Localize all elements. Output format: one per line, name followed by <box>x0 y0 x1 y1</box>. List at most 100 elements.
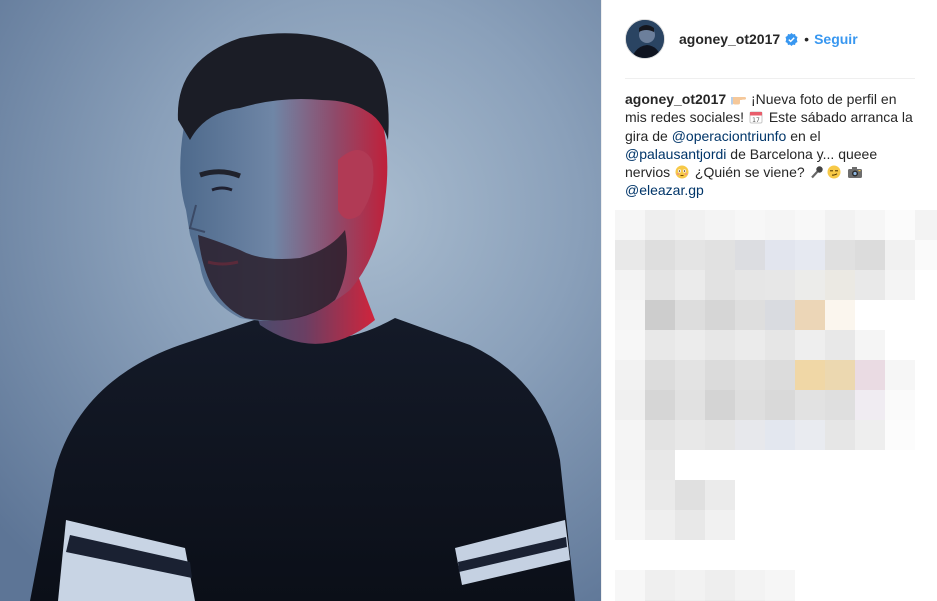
blurred-comment-pixel <box>705 360 735 390</box>
blurred-comment-pixel <box>915 300 937 330</box>
blurred-comment-pixel <box>795 480 825 510</box>
blurred-comment-pixel <box>795 570 825 600</box>
blurred-comment-pixel <box>855 540 885 570</box>
blurred-comment-pixel <box>765 450 795 480</box>
blurred-comment-pixel <box>765 330 795 360</box>
caption-text-5: ¿Quién se viene? <box>691 164 809 181</box>
blurred-comment-pixel <box>615 240 645 270</box>
blurred-comment-pixel <box>645 270 675 300</box>
blurred-comment-pixel <box>615 360 645 390</box>
blurred-comment-pixel <box>615 390 645 420</box>
blurred-comment-pixel <box>825 270 855 300</box>
blurred-comment-pixel <box>675 420 705 450</box>
blurred-comment-pixel <box>645 330 675 360</box>
blurred-comment-pixel <box>645 450 675 480</box>
blurred-comment-pixel <box>765 420 795 450</box>
blurred-comment-pixel <box>645 480 675 510</box>
blurred-comment-pixel <box>705 420 735 450</box>
blurred-comment-pixel <box>825 450 855 480</box>
blurred-comment-pixel <box>675 360 705 390</box>
blurred-comment-pixel <box>795 210 825 240</box>
caption-username[interactable]: agoney_ot2017 <box>625 91 726 107</box>
blurred-comment-pixel <box>795 540 825 570</box>
blurred-comment-pixel <box>615 300 645 330</box>
flushed-face-emoji <box>675 165 690 179</box>
blurred-comment-pixel <box>885 390 915 420</box>
blurred-comment-pixel <box>915 420 937 450</box>
blurred-comment-pixel <box>825 570 855 600</box>
mention-eleazar[interactable]: @eleazar.gp <box>625 182 704 198</box>
blurred-comment-pixel <box>825 480 855 510</box>
blurred-comment-pixel <box>615 420 645 450</box>
header-username[interactable]: agoney_ot2017 <box>679 31 780 47</box>
blurred-comment-pixel <box>705 390 735 420</box>
verified-badge-icon <box>785 32 798 46</box>
avatar[interactable] <box>625 19 665 59</box>
follow-button[interactable]: Seguir <box>814 31 858 47</box>
avatar-image <box>626 20 664 58</box>
blurred-comment-pixel <box>615 270 645 300</box>
blurred-comment-pixel <box>645 510 675 540</box>
blurred-comment-pixel <box>765 360 795 390</box>
blurred-comment-pixel <box>705 570 735 600</box>
blurred-comment-pixel <box>645 540 675 570</box>
portrait-image <box>0 0 601 601</box>
header-divider <box>625 78 915 79</box>
blurred-comment-pixel <box>915 450 937 480</box>
blurred-comment-pixel <box>795 330 825 360</box>
blurred-comment-pixel <box>675 270 705 300</box>
blurred-comment-pixel <box>735 450 765 480</box>
blurred-comment-pixel <box>765 240 795 270</box>
blurred-comment-pixel <box>675 480 705 510</box>
blurred-comment-pixel <box>855 570 885 600</box>
mention-operaciontriunfo[interactable]: @operaciontriunfo <box>672 128 787 144</box>
blurred-comment-pixel <box>765 270 795 300</box>
blurred-comment-pixel <box>705 450 735 480</box>
blurred-comment-pixel <box>735 540 765 570</box>
blurred-comment-pixel <box>675 450 705 480</box>
camera-emoji <box>847 165 863 179</box>
blurred-comment-pixel <box>735 510 765 540</box>
blurred-comment-pixel <box>795 240 825 270</box>
blurred-comment-pixel <box>795 450 825 480</box>
blurred-comment-pixel <box>855 390 885 420</box>
blurred-comment-pixel <box>615 570 645 600</box>
post-side-panel: agoney_ot2017 • Seguir agoney_ot2017 ¡Nu… <box>601 0 937 601</box>
blurred-comment-pixel <box>675 570 705 600</box>
blurred-comment-pixel <box>915 210 937 240</box>
mention-palausantjordi[interactable]: @palausantjordi <box>625 146 726 162</box>
blurred-comment-pixel <box>705 300 735 330</box>
blurred-comment-pixel <box>885 330 915 360</box>
header-separator: • <box>804 31 810 47</box>
blurred-comment-pixel <box>825 420 855 450</box>
blurred-comment-pixel <box>675 240 705 270</box>
blurred-comment-pixel <box>855 450 885 480</box>
blurred-comment-pixel <box>915 540 937 570</box>
post-caption: agoney_ot2017 ¡Nueva foto de perfil en m… <box>625 90 917 200</box>
blurred-comment-pixel <box>915 390 937 420</box>
blurred-comment-pixel <box>705 210 735 240</box>
blurred-comment-pixel <box>795 420 825 450</box>
blurred-comment-pixel <box>765 210 795 240</box>
blurred-comment-pixel <box>675 300 705 330</box>
blurred-comment-pixel <box>885 570 915 600</box>
blurred-comment-pixel <box>825 210 855 240</box>
blurred-comment-pixel <box>885 420 915 450</box>
blurred-comment-pixel <box>735 360 765 390</box>
smirk-emoji <box>827 165 842 179</box>
blurred-comment-pixel <box>675 330 705 360</box>
blurred-comment-pixel <box>645 300 675 330</box>
blurred-comment-pixel <box>705 480 735 510</box>
blurred-comments-area <box>615 210 937 601</box>
blurred-comment-pixel <box>855 420 885 450</box>
blurred-comment-pixel <box>855 330 885 360</box>
blurred-comment-pixel <box>735 240 765 270</box>
blurred-comment-pixel <box>675 510 705 540</box>
blurred-comment-pixel <box>915 570 937 600</box>
caption-text-3: en el <box>786 127 821 144</box>
blurred-comment-pixel <box>675 540 705 570</box>
blurred-comment-pixel <box>705 270 735 300</box>
blurred-comment-pixel <box>765 540 795 570</box>
blurred-comment-pixel <box>645 390 675 420</box>
post-photo[interactable] <box>0 0 601 601</box>
